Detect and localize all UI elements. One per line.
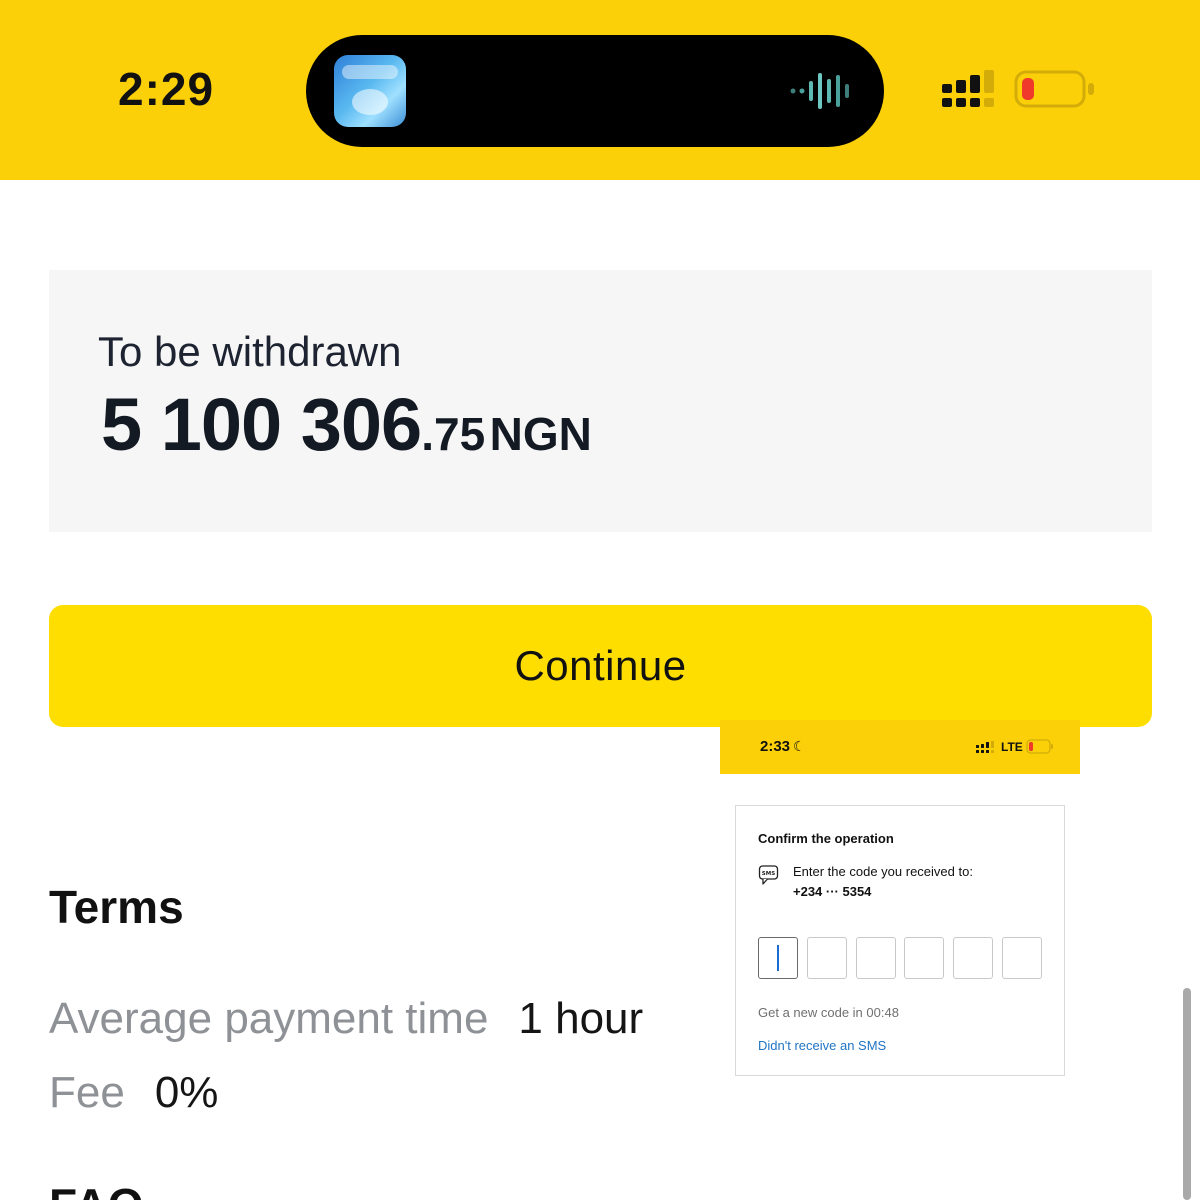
network-type: LTE <box>1001 740 1023 754</box>
term-row-fee: Fee 0% <box>49 1068 218 1118</box>
continue-button[interactable]: Continue <box>49 605 1152 727</box>
code-input-6[interactable] <box>1002 937 1042 979</box>
withdraw-summary-card: To be withdrawn 5 100 306.75 NGN <box>49 270 1152 532</box>
status-bar: 2:29 <box>0 0 1200 180</box>
status-time: 2:29 <box>118 63 215 115</box>
app-icon-shine <box>342 65 398 79</box>
term-value: 1 hour <box>518 994 644 1043</box>
inset-status-bar: 2:33 ☾ LTE <box>720 720 1080 774</box>
code-input-5[interactable] <box>953 937 993 979</box>
cellular-signal-icon <box>942 70 994 107</box>
code-input-2[interactable] <box>807 937 847 979</box>
confirm-title: Confirm the operation <box>758 831 894 846</box>
term-row-payment-time: Average payment time 1 hour <box>49 994 643 1044</box>
term-key: Average payment time <box>49 994 489 1043</box>
amount-decimal: .75 <box>421 408 486 460</box>
code-input-3[interactable] <box>856 937 896 979</box>
dynamic-island[interactable] <box>306 35 884 147</box>
resend-timer: Get a new code in 00:48 <box>758 1005 899 1020</box>
audio-waveform-icon <box>790 73 849 109</box>
terms-heading: Terms <box>49 881 184 933</box>
lemonade-app-icon[interactable] <box>334 55 406 127</box>
confirm-instruction: Enter the code you received to: <box>793 864 973 879</box>
sms-icon: SMS <box>758 865 779 885</box>
amount-currency: NGN <box>489 408 592 460</box>
inset-time-text: 2:33 <box>760 738 791 755</box>
amount-integer: 5 100 306 <box>101 383 422 466</box>
scrollbar[interactable] <box>1183 988 1191 1200</box>
confirm-operation-card: Confirm the operation SMS Enter the code… <box>735 805 1065 1076</box>
battery-low-icon <box>1026 739 1053 754</box>
faq-heading-text: FAQ <box>49 1182 144 1200</box>
app-screen: 2:29 To be withdrawn 5 100 306.75 NGN Co… <box>0 0 1200 1200</box>
battery-low-icon <box>1014 70 1094 108</box>
cellular-signal-icon <box>976 741 994 753</box>
faq-heading-partial: FAQ <box>49 1182 159 1200</box>
confirm-phone: +234 ··· 5354 <box>793 884 872 899</box>
inset-status-time: 2:33 ☾ <box>760 738 806 755</box>
do-not-disturb-moon-icon: ☾ <box>793 738 806 754</box>
term-key: Fee <box>49 1068 125 1117</box>
app-icon-highlight <box>352 89 388 115</box>
withdraw-amount: 5 100 306.75 NGN <box>101 382 592 467</box>
svg-text:SMS: SMS <box>762 871 775 877</box>
code-input-1[interactable] <box>758 937 798 979</box>
didnt-receive-sms-link[interactable]: Didn't receive an SMS <box>758 1038 886 1053</box>
code-input-4[interactable] <box>904 937 944 979</box>
withdraw-label: To be withdrawn <box>98 328 402 375</box>
term-value: 0% <box>154 1068 219 1117</box>
